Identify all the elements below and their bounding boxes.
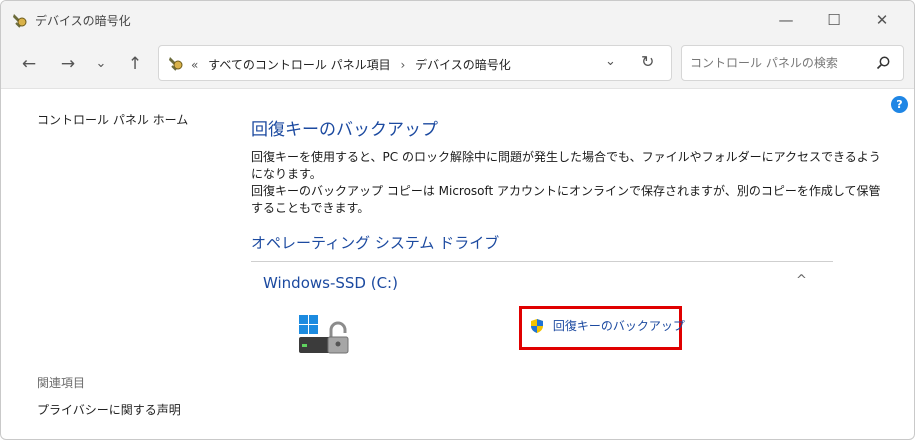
uac-shield-icon <box>531 318 543 333</box>
address-dropdown-button[interactable]: ⌄ <box>605 54 616 69</box>
collapse-chevron-icon[interactable]: ^ <box>796 273 807 288</box>
security-key-icon <box>169 57 183 71</box>
breadcrumb-all-items[interactable]: すべてのコントロール パネル項目 <box>208 58 391 72</box>
window-title: デバイスの暗号化 <box>35 14 131 28</box>
page-title: 回復キーのバックアップ <box>251 120 438 140</box>
description-line: 回復キーを使用すると、PC のロック解除中に問題が発生した場合でも、ファイルやフ… <box>251 150 881 181</box>
breadcrumb-separator[interactable]: › <box>401 58 406 72</box>
encrypted-drive-icon <box>299 315 349 354</box>
up-button[interactable]: ↑ <box>123 53 147 75</box>
control-panel-window: デバイスの暗号化 — ☐ ✕ ← → ⌄ ↑ « すべてのコントロール パネル項… <box>0 0 915 440</box>
section-divider <box>251 261 833 262</box>
security-key-icon <box>13 14 27 28</box>
related-items-heading: 関連項目 <box>37 376 86 390</box>
backup-recovery-key-label[interactable]: 回復キーのバックアップ <box>553 319 685 333</box>
recent-locations-button[interactable]: ⌄ <box>89 53 113 75</box>
privacy-statement-link[interactable]: プライバシーに関する声明 <box>37 401 181 418</box>
title-bar: デバイスの暗号化 — ☐ ✕ <box>1 1 914 39</box>
control-panel-home-link[interactable]: コントロール パネル ホーム <box>37 111 188 128</box>
description: 回復キーを使用すると、PC のロック解除中に問題が発生した場合でも、ファイルやフ… <box>251 149 891 217</box>
drive-name[interactable]: Windows-SSD (C:) <box>263 274 398 292</box>
back-button[interactable]: ← <box>17 53 41 75</box>
address-bar[interactable]: « すべてのコントロール パネル項目 › デバイスの暗号化 ⌄ ↻ <box>158 45 672 81</box>
close-button[interactable]: ✕ <box>859 9 905 31</box>
description-line: 回復キーのバックアップ コピーは Microsoft アカウントにオンラインで保… <box>251 184 881 215</box>
search-box[interactable] <box>681 45 904 81</box>
navigation-bar: ← → ⌄ ↑ « すべてのコントロール パネル項目 › デバイスの暗号化 ⌄ … <box>1 39 914 89</box>
search-icon[interactable] <box>875 55 891 71</box>
backup-recovery-key-button[interactable]: 回復キーのバックアップ <box>529 317 685 334</box>
refresh-button[interactable]: ↻ <box>641 52 654 71</box>
search-input[interactable] <box>690 54 870 72</box>
help-icon[interactable]: ? <box>891 96 908 113</box>
maximize-button[interactable]: ☐ <box>811 9 857 31</box>
breadcrumb-current[interactable]: デバイスの暗号化 <box>415 58 511 72</box>
breadcrumb: « すべてのコントロール パネル項目 › デバイスの暗号化 <box>191 56 517 73</box>
breadcrumb-overflow[interactable]: « <box>191 58 198 72</box>
forward-button[interactable]: → <box>56 53 80 75</box>
minimize-button[interactable]: — <box>763 9 809 31</box>
os-drive-section-title: オペレーティング システム ドライブ <box>251 234 500 252</box>
